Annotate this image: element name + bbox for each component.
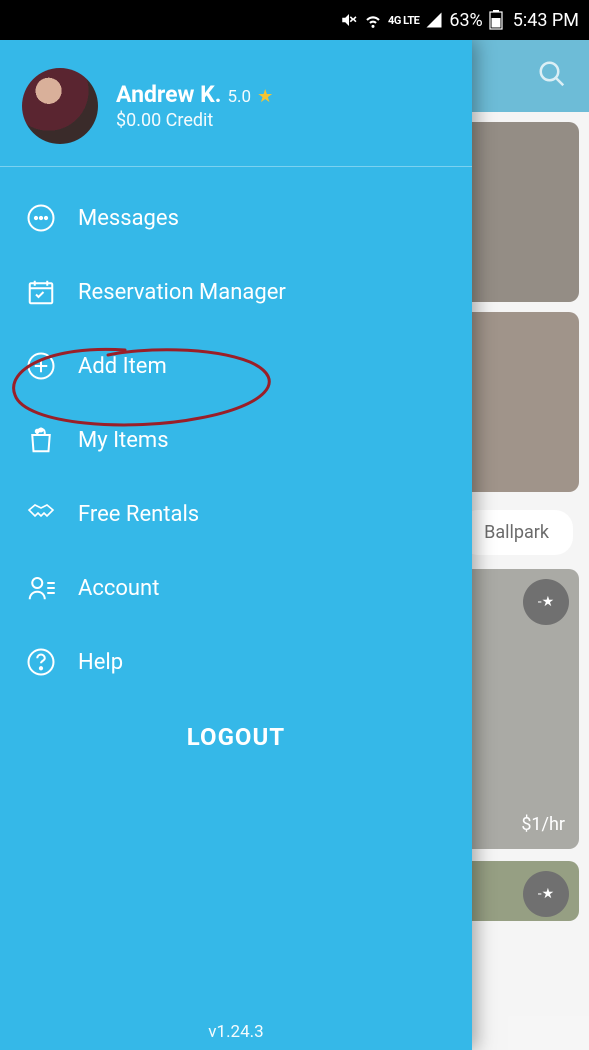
- wifi-icon: [364, 11, 382, 29]
- message-icon: [24, 201, 58, 235]
- menu-item-messages[interactable]: Messages: [0, 181, 472, 255]
- version-label: v1.24.3: [0, 1022, 472, 1050]
- menu-item-add-item[interactable]: Add Item: [0, 329, 472, 403]
- menu-item-my-items[interactable]: My Items: [0, 403, 472, 477]
- signal-icon: [425, 11, 443, 29]
- menu-item-help[interactable]: Help: [0, 625, 472, 699]
- profile-section[interactable]: Andrew K. 5.0 ★ $0.00 Credit: [0, 40, 472, 167]
- nav-drawer: Andrew K. 5.0 ★ $0.00 Credit Messages Re…: [0, 40, 472, 1050]
- profile-rating: 5.0: [227, 87, 251, 107]
- logout-button[interactable]: LOGOUT: [0, 699, 472, 775]
- calendar-icon: [24, 275, 58, 309]
- help-icon: [24, 645, 58, 679]
- handshake-icon: [24, 497, 58, 531]
- menu-item-reservation[interactable]: Reservation Manager: [0, 255, 472, 329]
- battery-icon: [489, 10, 503, 30]
- menu-label: Free Rentals: [78, 502, 199, 527]
- network-label: 4G LTE: [388, 14, 419, 27]
- battery-percent: 63%: [449, 10, 482, 31]
- menu-label: Help: [78, 650, 123, 675]
- menu-label: Account: [78, 576, 159, 601]
- account-icon: [24, 571, 58, 605]
- bag-icon: [24, 423, 58, 457]
- menu-label: My Items: [78, 428, 169, 453]
- menu-item-account[interactable]: Account: [0, 551, 472, 625]
- star-icon: ★: [257, 86, 273, 107]
- mute-icon: [340, 11, 358, 29]
- menu-label: Messages: [78, 206, 179, 231]
- menu-list: Messages Reservation Manager Add Item My…: [0, 167, 472, 775]
- plus-circle-icon: [24, 349, 58, 383]
- avatar: [22, 68, 98, 144]
- menu-label: Reservation Manager: [78, 280, 286, 305]
- profile-name: Andrew K.: [116, 81, 221, 108]
- menu-label: Add Item: [78, 354, 167, 379]
- profile-credit: $0.00 Credit: [116, 110, 273, 131]
- clock-time: 5:43 PM: [513, 10, 579, 31]
- menu-item-free-rentals[interactable]: Free Rentals: [0, 477, 472, 551]
- status-bar: 4G LTE 63% 5:43 PM: [0, 0, 589, 40]
